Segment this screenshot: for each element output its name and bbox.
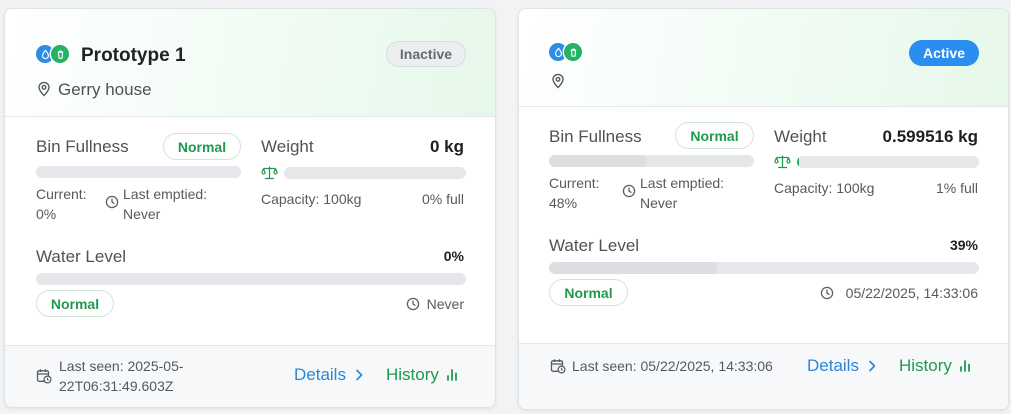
bin-fullness-label: Bin Fullness <box>36 137 129 156</box>
last-emptied-value: Never <box>640 195 678 211</box>
status-badge: Inactive <box>386 41 466 67</box>
water-updated-time: Never <box>426 296 464 312</box>
weight-label: Weight <box>261 137 314 156</box>
calendar-clock-icon <box>36 369 52 384</box>
device-title: Prototype 1 <box>81 45 186 66</box>
bin-current-value: 48% <box>549 195 578 211</box>
water-updated-time: 05/22/2025, 14:33:06 <box>845 285 978 301</box>
water-status-pill: Normal <box>36 290 114 317</box>
last-seen-line-1: Last seen: 2025-05- <box>59 358 184 374</box>
bin-fullness-label: Bin Fullness <box>549 127 642 146</box>
water-status-pill: Normal <box>549 279 628 306</box>
bin-fullness-fill <box>549 155 648 167</box>
water-level-label: Water Level <box>549 236 640 255</box>
bin-current-value: 0% <box>36 206 57 222</box>
clock-icon <box>622 184 636 198</box>
card-footer: Last seen: 05/22/2025, 14:33:06 Details … <box>519 343 1008 409</box>
chevron-right-icon <box>869 360 876 372</box>
location-text: Gerry house <box>58 80 152 99</box>
water-level-label: Water Level <box>36 247 127 266</box>
clock-icon <box>820 286 834 300</box>
bin-type-icons <box>549 43 582 61</box>
last-emptied-label: Last emptied: <box>123 186 208 202</box>
card-header: Prototype 1 Inactive Gerry house <box>5 9 495 117</box>
weight-bar <box>797 156 979 168</box>
chevron-right-icon <box>356 369 363 381</box>
bin-current-label: Current: <box>36 186 87 202</box>
last-seen-line-2: 22T06:31:49.603Z <box>59 378 174 394</box>
status-badge: Active <box>909 40 979 66</box>
trash-icon <box>51 45 69 63</box>
water-level-bar <box>549 262 979 274</box>
water-level-value: 0% <box>443 248 464 264</box>
history-link[interactable]: History <box>386 365 459 385</box>
card-header: Active <box>519 9 1008 107</box>
water-level-fill <box>549 262 717 274</box>
history-label: History <box>899 356 952 375</box>
calendar-clock-icon <box>550 359 566 374</box>
bin-current-label: Current: <box>549 175 600 191</box>
water-level-value: 39% <box>949 237 978 253</box>
bin-fullness-bar <box>36 166 241 178</box>
clock-icon <box>406 297 420 311</box>
history-link[interactable]: History <box>899 356 972 376</box>
weight-fill <box>797 156 799 168</box>
details-link[interactable]: Details <box>294 365 366 385</box>
weight-percent-full: 1% full <box>935 180 978 196</box>
history-label: History <box>386 365 439 384</box>
weight-value: 0.599516 kg <box>882 127 978 146</box>
bin-card: Active Bin Fullness Normal Current: 48% … <box>518 8 1009 410</box>
weight-capacity: Capacity: 100kg <box>261 191 362 207</box>
bar-chart-icon <box>447 369 457 381</box>
weight-capacity: Capacity: 100kg <box>774 180 875 196</box>
bin-status-pill: Normal <box>163 133 241 160</box>
scale-icon <box>261 166 278 180</box>
last-seen-text: Last seen: 05/22/2025, 14:33:06 <box>572 358 773 374</box>
weight-bar <box>284 167 466 179</box>
bin-status-pill: Normal <box>675 122 754 149</box>
map-pin-icon <box>552 73 564 89</box>
water-level-bar <box>36 273 466 285</box>
bin-card: Prototype 1 Inactive Gerry house Bin Ful… <box>4 8 496 408</box>
trash-icon <box>564 43 582 61</box>
bin-fullness-bar <box>549 155 754 167</box>
card-footer: Last seen: 2025-05- 22T06:31:49.603Z Det… <box>5 345 495 407</box>
clock-icon <box>105 195 119 209</box>
scale-icon <box>774 155 791 169</box>
details-label: Details <box>294 365 346 384</box>
map-pin-icon <box>38 81 50 97</box>
weight-percent-full: 0% full <box>421 191 464 207</box>
bar-chart-icon <box>960 360 970 372</box>
weight-label: Weight <box>774 127 827 146</box>
bin-type-icons <box>36 45 69 63</box>
last-emptied-label: Last emptied: <box>640 175 725 191</box>
weight-value: 0 kg <box>429 137 464 156</box>
details-label: Details <box>807 356 859 375</box>
last-emptied-value: Never <box>123 206 161 222</box>
details-link[interactable]: Details <box>807 356 879 376</box>
